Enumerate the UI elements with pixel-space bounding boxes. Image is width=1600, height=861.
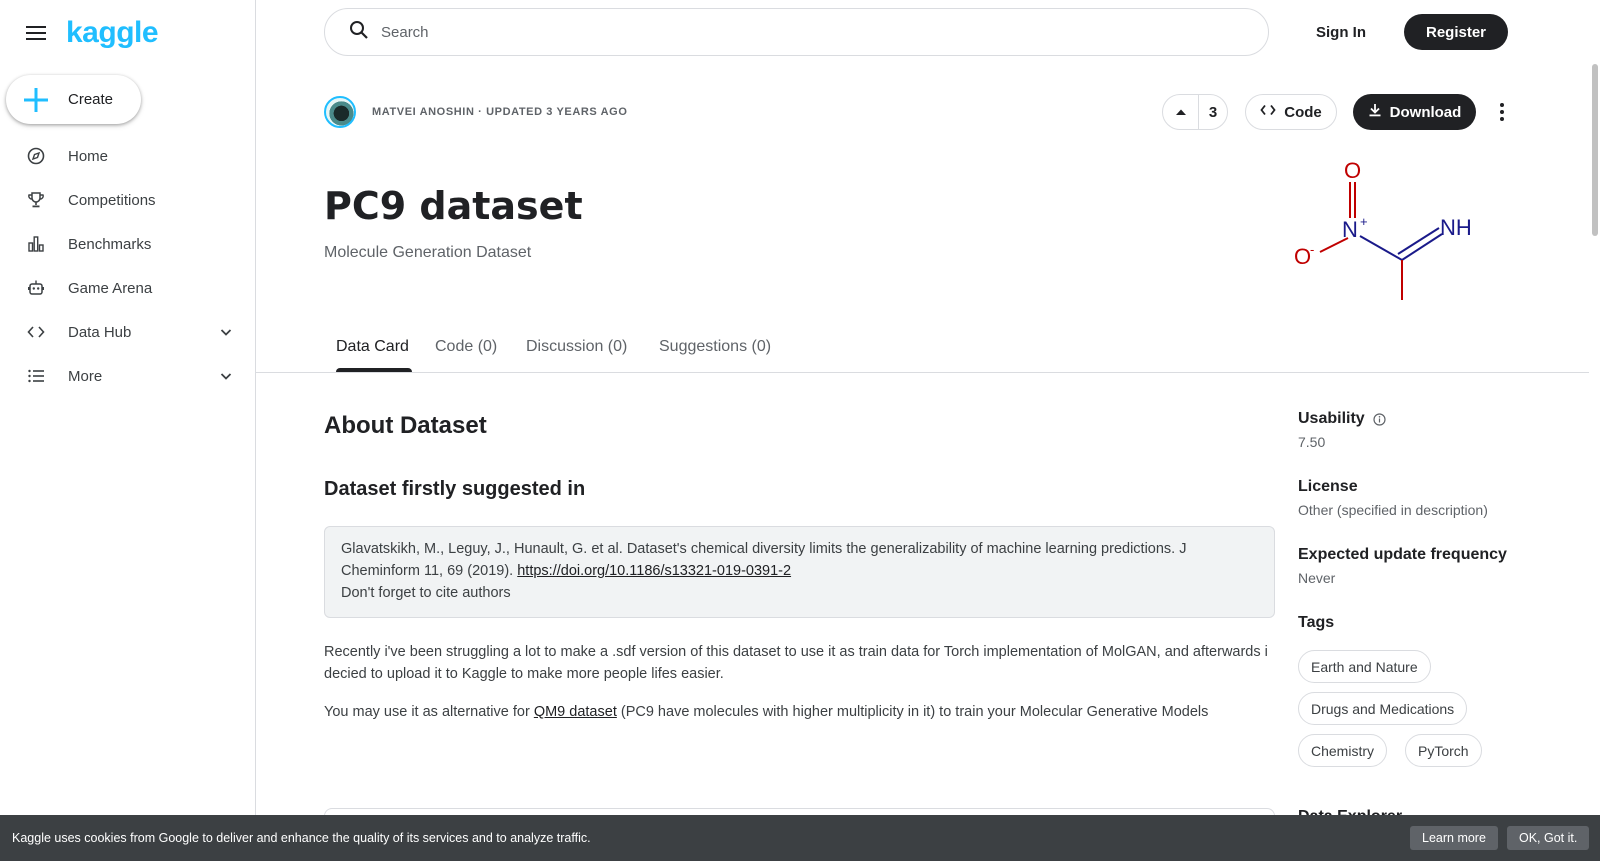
sidebar-item-competitions[interactable]: Competitions xyxy=(0,178,256,222)
license-section: License Other (specified in description) xyxy=(1298,478,1588,518)
tab-discussion[interactable]: Discussion (0) xyxy=(526,338,627,356)
sidebar-item-label: More xyxy=(68,367,103,385)
vote-count: 3 xyxy=(1208,103,1218,121)
create-button[interactable]: Create xyxy=(6,75,141,124)
molecule-label: NH xyxy=(1440,215,1472,240)
sidebar-item-label: Benchmarks xyxy=(68,235,152,253)
list-icon xyxy=(26,366,46,386)
robot-icon xyxy=(26,278,46,298)
molecule-label: O xyxy=(1344,158,1361,183)
trophy-icon xyxy=(26,190,46,210)
create-label: Create xyxy=(68,91,114,108)
sidebar-item-home[interactable]: Home xyxy=(0,134,256,178)
about-heading: About Dataset xyxy=(324,412,487,439)
section-heading: Dataset firstly suggested in xyxy=(324,478,586,500)
code-icon xyxy=(26,322,46,342)
chevron-down-icon[interactable] xyxy=(218,368,234,384)
avatar[interactable] xyxy=(324,96,356,128)
chevron-down-icon[interactable] xyxy=(218,324,234,340)
scrollbar[interactable] xyxy=(1589,0,1600,861)
more-vert-icon[interactable] xyxy=(1490,100,1514,124)
molecule-image: O N + NH O - xyxy=(1294,158,1472,300)
frequency-value: Never xyxy=(1298,570,1336,586)
sidebar-item-game-arena[interactable]: Game Arena xyxy=(0,266,256,310)
download-button[interactable]: Download xyxy=(1353,94,1476,130)
usability-section: Usability 7.50 xyxy=(1298,410,1588,450)
tag-chip[interactable]: Chemistry xyxy=(1298,734,1388,767)
ok-got-it-button[interactable]: OK, Got it. xyxy=(1507,826,1590,850)
kaggle-logo[interactable]: kaggle xyxy=(66,16,159,50)
license-value: Other (specified in description) xyxy=(1298,502,1488,518)
sidebar-item-label: Data Hub xyxy=(68,323,132,341)
compass-icon xyxy=(26,146,46,166)
tab-indicator xyxy=(336,368,412,372)
citation-link[interactable]: https://doi.org/10.1186/s13321-019-0391-… xyxy=(517,563,791,579)
download-label: Download xyxy=(1389,103,1462,121)
info-icon[interactable] xyxy=(1373,412,1386,426)
sidebar-item-data-hub[interactable]: Data Hub xyxy=(0,310,256,354)
arrow-up-icon[interactable] xyxy=(1163,95,1199,129)
sidebar-item-label: Game Arena xyxy=(68,279,153,297)
plus-icon xyxy=(22,86,50,114)
sidebar: kaggle Create Home Competitions Benchmar… xyxy=(0,0,256,861)
code-button[interactable]: Code xyxy=(1245,94,1337,130)
scrollbar-thumb[interactable] xyxy=(1592,64,1598,236)
sidebar-top: kaggle xyxy=(24,16,159,50)
register-button[interactable]: Register xyxy=(1404,14,1508,50)
page-title: PC9 dataset xyxy=(324,184,583,228)
author-meta: MATVEI ANOSHIN · UPDATED 3 YEARS AGO xyxy=(372,106,628,118)
tag-chip[interactable]: Earth and Nature xyxy=(1298,650,1431,683)
author-row: MATVEI ANOSHIN · UPDATED 3 YEARS AGO xyxy=(324,96,627,128)
molecule-label: O xyxy=(1294,244,1311,269)
search-input[interactable] xyxy=(381,23,1181,41)
tab-bar: Data Card Code (0) Discussion (0) Sugges… xyxy=(256,328,1589,373)
sidebar-item-more[interactable]: More xyxy=(0,354,256,398)
sidebar-item-benchmarks[interactable]: Benchmarks xyxy=(0,222,256,266)
citation-note: Don't forget to cite authors xyxy=(341,585,511,601)
code-icon xyxy=(1260,103,1276,121)
usability-value: 7.50 xyxy=(1298,434,1326,450)
sidebar-item-label: Competitions xyxy=(68,191,156,209)
tags-section: Tags xyxy=(1298,614,1588,632)
menu-icon[interactable] xyxy=(24,21,48,45)
tag-chip[interactable]: PyTorch xyxy=(1405,734,1482,767)
frequency-label: Expected update frequency xyxy=(1298,546,1507,563)
molecule-label: N xyxy=(1342,217,1358,242)
search-icon xyxy=(349,20,369,45)
description-paragraph: Recently i've been struggling a lot to m… xyxy=(324,644,1268,682)
molecule-label: + xyxy=(1360,214,1368,229)
qm9-link[interactable]: QM9 dataset xyxy=(534,704,617,720)
para-text: (PC9 have molecules with higher multipli… xyxy=(616,704,1209,720)
sidebar-nav: Home Competitions Benchmarks Game Arena … xyxy=(0,134,256,398)
sidebar-item-label: Home xyxy=(68,147,109,165)
usability-label: Usability xyxy=(1298,410,1365,427)
sign-in-button[interactable]: Sign In xyxy=(1300,14,1382,50)
tab-suggestions[interactable]: Suggestions (0) xyxy=(659,338,771,356)
usability-heading: Usability xyxy=(1298,410,1588,428)
citation-block: Glavatskikh, M., Leguy, J., Hunault, G. … xyxy=(324,526,1275,618)
tag-chip[interactable]: Drugs and Medications xyxy=(1298,692,1468,725)
frequency-section: Expected update frequency Never xyxy=(1298,546,1588,586)
page-subtitle: Molecule Generation Dataset xyxy=(324,244,532,261)
search-bar[interactable] xyxy=(324,8,1269,56)
cookie-message: Kaggle uses cookies from Google to deliv… xyxy=(12,831,591,845)
learn-more-button[interactable]: Learn more xyxy=(1410,826,1498,850)
description-paragraph: You may use it as alternative for QM9 da… xyxy=(324,701,1275,723)
molecule-label: - xyxy=(1310,242,1314,257)
license-label: License xyxy=(1298,478,1358,495)
upvote-button[interactable]: 3 xyxy=(1162,94,1228,130)
tags-label: Tags xyxy=(1298,614,1335,631)
download-icon xyxy=(1368,103,1382,121)
tab-code[interactable]: Code (0) xyxy=(435,338,497,356)
cookie-banner: Kaggle uses cookies from Google to deliv… xyxy=(0,815,1600,861)
para-text: You may use it as alternative for xyxy=(324,704,534,720)
bar-chart-icon xyxy=(26,234,46,254)
tab-data-card[interactable]: Data Card xyxy=(336,338,409,356)
code-label: Code xyxy=(1284,103,1322,121)
